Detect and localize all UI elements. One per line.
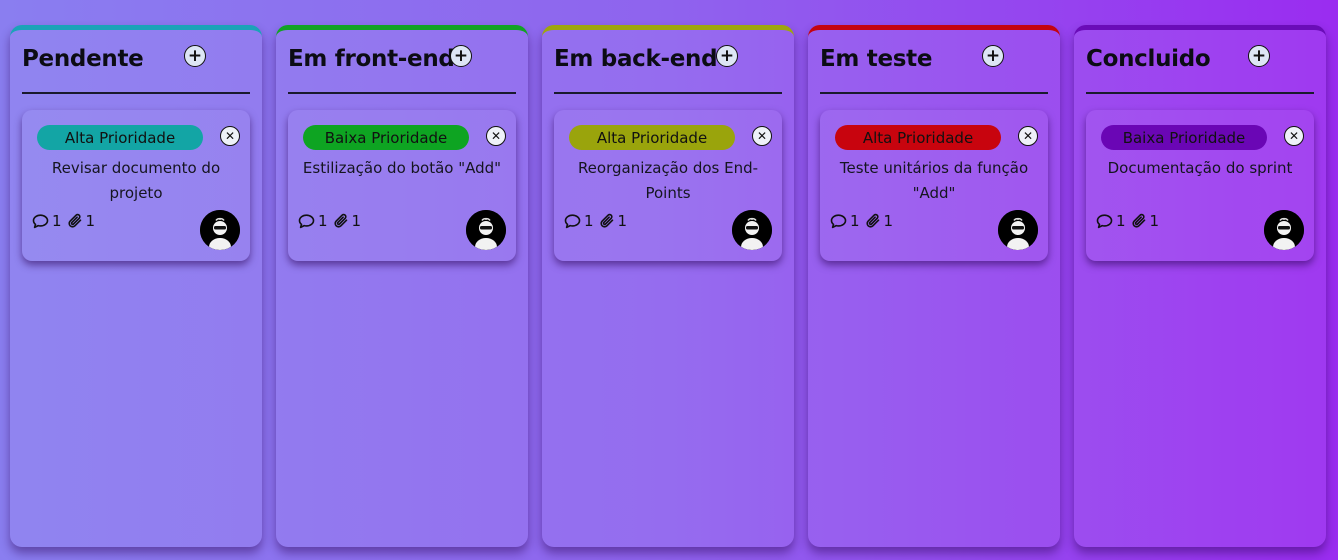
comment-count: 1 bbox=[850, 212, 860, 230]
column-em-back-end: Em back-end + Alta Prioridade ✕ Reorgani… bbox=[542, 25, 794, 547]
comment-icon bbox=[1096, 213, 1113, 229]
user-avatar[interactable] bbox=[998, 210, 1038, 250]
priority-badge: Baixa Prioridade bbox=[1101, 125, 1267, 150]
delete-card-button[interactable]: ✕ bbox=[1018, 126, 1038, 146]
close-icon: ✕ bbox=[1288, 129, 1300, 143]
card-meta: 1 1 bbox=[1096, 212, 1159, 230]
comment-count: 1 bbox=[318, 212, 328, 230]
delete-card-button[interactable]: ✕ bbox=[752, 126, 772, 146]
paperclip-icon bbox=[333, 213, 349, 229]
close-icon: ✕ bbox=[224, 129, 236, 143]
close-icon: ✕ bbox=[756, 129, 768, 143]
attachment-count: 1 bbox=[617, 212, 628, 230]
column-concluido: Concluido + Baixa Prioridade ✕ Documenta… bbox=[1074, 25, 1326, 547]
card-title: Reorganização dos End-Points bbox=[577, 159, 759, 202]
column-title: Concluido bbox=[1086, 46, 1211, 72]
priority-badge: Alta Prioridade bbox=[835, 125, 1001, 150]
comment-count: 1 bbox=[1116, 212, 1126, 230]
card-meta: 1 1 bbox=[298, 212, 361, 230]
card-meta: 1 1 bbox=[32, 212, 95, 230]
column-header: Pendente + bbox=[22, 42, 250, 94]
paperclip-icon bbox=[67, 213, 83, 229]
paperclip-icon bbox=[599, 213, 615, 229]
plus-icon: + bbox=[719, 45, 735, 66]
task-card[interactable]: Alta Prioridade ✕ Revisar documento do p… bbox=[22, 110, 250, 261]
plus-icon: + bbox=[453, 45, 469, 66]
plus-icon: + bbox=[1251, 45, 1267, 66]
kanban-board: Pendente + Alta Prioridade ✕ Revisar doc… bbox=[0, 0, 1338, 560]
attachment-count: 1 bbox=[85, 212, 96, 230]
comment-icon bbox=[564, 213, 581, 229]
add-card-button[interactable]: + bbox=[1248, 45, 1270, 67]
column-title: Pendente bbox=[22, 46, 144, 72]
card-title: Estilização do botão "Add" bbox=[302, 159, 502, 177]
priority-badge: Alta Prioridade bbox=[37, 125, 203, 150]
comment-count: 1 bbox=[52, 212, 62, 230]
add-card-button[interactable]: + bbox=[184, 45, 206, 67]
task-card[interactable]: Alta Prioridade ✕ Reorganização dos End-… bbox=[554, 110, 782, 261]
plus-icon: + bbox=[985, 45, 1001, 66]
card-title: Documentação do sprint bbox=[1107, 159, 1293, 177]
card-meta: 1 1 bbox=[830, 212, 893, 230]
column-em-front-end: Em front-end + Baixa Prioridade ✕ Estili… bbox=[276, 25, 528, 547]
task-card[interactable]: Alta Prioridade ✕ Teste unitários da fun… bbox=[820, 110, 1048, 261]
add-card-button[interactable]: + bbox=[450, 45, 472, 67]
column-header: Em teste + bbox=[820, 42, 1048, 94]
delete-card-button[interactable]: ✕ bbox=[1284, 126, 1304, 146]
attachment-count: 1 bbox=[351, 212, 362, 230]
column-pendente: Pendente + Alta Prioridade ✕ Revisar doc… bbox=[10, 25, 262, 547]
user-avatar[interactable] bbox=[732, 210, 772, 250]
priority-badge: Baixa Prioridade bbox=[303, 125, 469, 150]
user-avatar[interactable] bbox=[200, 210, 240, 250]
task-card[interactable]: Baixa Prioridade ✕ Documentação do sprin… bbox=[1086, 110, 1314, 261]
user-avatar[interactable] bbox=[466, 210, 506, 250]
add-card-button[interactable]: + bbox=[716, 45, 738, 67]
comment-icon bbox=[830, 213, 847, 229]
plus-icon: + bbox=[187, 45, 203, 66]
comment-icon bbox=[32, 213, 49, 229]
comment-icon bbox=[298, 213, 315, 229]
delete-card-button[interactable]: ✕ bbox=[486, 126, 506, 146]
delete-card-button[interactable]: ✕ bbox=[220, 126, 240, 146]
close-icon: ✕ bbox=[490, 129, 502, 143]
priority-badge: Alta Prioridade bbox=[569, 125, 735, 150]
task-card[interactable]: Baixa Prioridade ✕ Estilização do botão … bbox=[288, 110, 516, 261]
column-title: Em front-end bbox=[288, 46, 455, 72]
card-title: Revisar documento do projeto bbox=[51, 159, 221, 202]
paperclip-icon bbox=[1131, 213, 1147, 229]
column-em-teste: Em teste + Alta Prioridade ✕ Teste unitá… bbox=[808, 25, 1060, 547]
card-meta: 1 1 bbox=[564, 212, 627, 230]
attachment-count: 1 bbox=[883, 212, 894, 230]
column-title: Em back-end bbox=[554, 46, 718, 72]
user-avatar[interactable] bbox=[1264, 210, 1304, 250]
close-icon: ✕ bbox=[1022, 129, 1034, 143]
comment-count: 1 bbox=[584, 212, 594, 230]
column-header: Em back-end + bbox=[554, 42, 782, 94]
card-title: Teste unitários da função "Add" bbox=[839, 159, 1029, 202]
attachment-count: 1 bbox=[1149, 212, 1160, 230]
paperclip-icon bbox=[865, 213, 881, 229]
column-title: Em teste bbox=[820, 46, 933, 72]
add-card-button[interactable]: + bbox=[982, 45, 1004, 67]
column-header: Em front-end + bbox=[288, 42, 516, 94]
column-header: Concluido + bbox=[1086, 42, 1314, 94]
